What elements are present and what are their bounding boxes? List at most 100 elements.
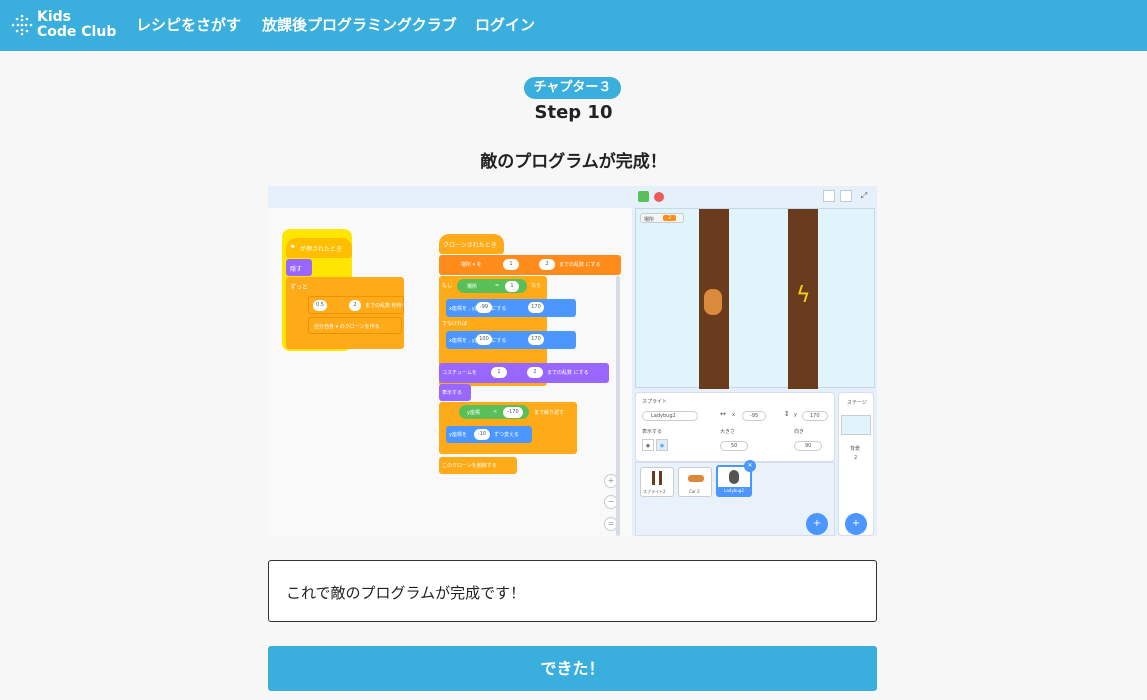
script2-costume-label: コスチュームを (442, 370, 477, 376)
script2-goto1-y: 170 (528, 302, 544, 313)
script2-delete-clone-text: このクローンを削除する (442, 463, 497, 469)
script1-hide-text: 隠す (290, 266, 303, 273)
sprite-thumb-1-bar-b (659, 471, 662, 485)
logo-line1: Kids (37, 9, 72, 25)
script1-hat-text: が押されたとき (300, 246, 343, 253)
script1-clone-block: 自分自身 ▾ のクローンを作る (308, 317, 402, 334)
sprite-thumb-1-bar-a (652, 471, 655, 485)
script1-wait-block: 0.5 2 までの乱数 秒待つ (308, 296, 407, 314)
script2-show-text: 表示する (442, 390, 463, 396)
code-scrollbar (616, 276, 620, 536)
logo-line2: Code Club (37, 24, 117, 40)
script2-hat-block: クローンされたとき (439, 234, 504, 254)
sprite-info-panel: スプライト Ladybug2 ↔ x -95 ↕ y 170 表示する 大きさ … (635, 392, 835, 462)
large-stage-icon (840, 190, 852, 202)
script2-costume-from: 1 (491, 367, 507, 378)
direction-value-field: 90 (794, 441, 823, 451)
sprite-thumb-3-label: Ladybug2 (718, 487, 750, 495)
script2-goto1-x: -99 (476, 302, 492, 313)
delete-sprite-icon: ✕ (744, 460, 756, 472)
variable-monitor: 場所 2 (640, 213, 684, 223)
script2-until-condition: y座標 < -170 (459, 405, 529, 419)
sprite-info-title: スプライト (642, 399, 668, 405)
script2-rand-suffix: までの乱数 にする (559, 262, 601, 268)
fullscreen-icon: ⤢ (860, 191, 868, 200)
y-label: y (794, 412, 797, 418)
script2-rand-to: 2 (539, 259, 555, 270)
nav-find-recipes[interactable]: レシピをさがす (136, 14, 241, 35)
script2-goto2-block: x座標を , y座標を にする 100 170 (446, 331, 576, 349)
nav-after-school-club[interactable]: 放課後プログラミングクラブ (262, 14, 457, 35)
code-area-top-strip (268, 186, 632, 208)
script2-if-label: もし (442, 283, 453, 289)
kids-code-club-logo[interactable]: Kids Code Club (10, 10, 120, 42)
backdrop-label: 背景 (850, 446, 861, 452)
x-value-field: -95 (742, 411, 767, 421)
script2-change-label: y座標を (449, 432, 467, 438)
show-label: 表示する (642, 429, 663, 435)
section-title: 敵のプログラムが完成！ (480, 152, 667, 172)
stage-selector-panel: ステージ 背景 2 + (838, 392, 874, 536)
script2-until-label: y座標 (467, 410, 480, 416)
scratch-code-area: ⚑ が押されたとき 隠す ずっと 0.5 2 までの乱数 秒待つ 自分自身 ▾ … (268, 186, 632, 536)
script1-wait-to: 2 (349, 300, 361, 311)
script2-show-block: 表示する (439, 384, 471, 401)
car-sprite-icon (688, 475, 704, 482)
sprite-thumb-1: スプライト2 (640, 467, 674, 497)
sprite-list: スプライト2 Car 2 Ladybug2 ✕ + (635, 460, 835, 536)
script1-clone-text: 自分自身 ▾ のクローンを作る (314, 324, 380, 330)
script2-if-eq: = (495, 283, 500, 289)
script2-hat-text: クローンされたとき (443, 242, 497, 249)
sprite-thumb-2-label: Car 2 (689, 489, 700, 494)
scratch-stage-panel: ⤢ 場所 2 ϟ スプライト Ladybug2 ↔ x -95 ↕ y 170 … (632, 186, 877, 536)
ladybug-sprite-icon (729, 470, 739, 484)
add-sprite-icon: + (806, 513, 828, 535)
scratch-screenshot-image: ⚑ が押されたとき 隠す ずっと 0.5 2 までの乱数 秒待つ 自分自身 ▾ … (268, 186, 877, 536)
variable-monitor-value: 2 (663, 215, 677, 221)
done-button[interactable]: できた！ (268, 646, 877, 691)
lightning-sprite-icon: ϟ (796, 283, 811, 308)
message-box: これで敵のプログラムが完成です！ (268, 560, 877, 622)
script2-change-val: -10 (474, 429, 490, 440)
step-label: Step 10 (534, 102, 613, 123)
script2-costume-block: コスチュームを 1 2 までの乱数 にする (439, 363, 609, 383)
logo-dots-icon (11, 14, 33, 36)
script2-else-label: でなければ (442, 321, 468, 327)
size-value-field: 50 (720, 441, 749, 451)
script2-until-lt: < (493, 409, 498, 415)
stop-icon (654, 192, 664, 202)
x-arrow-icon: ↔ (720, 410, 726, 418)
script2-goto2-x: 100 (476, 334, 492, 345)
green-flag-icon: ⚑ (290, 244, 296, 251)
sprite-name-field: Ladybug2 (642, 411, 698, 421)
y-arrow-icon: ↕ (784, 410, 790, 418)
script2-if-condition: 場所 = 1 (457, 279, 527, 293)
chapter-badge: チャプター３ (524, 77, 621, 99)
script2-change-y-block: y座標を -10 ずつ変える (446, 426, 532, 443)
nav-login[interactable]: ログイン (475, 14, 535, 35)
sprite-thumb-2: Car 2 (678, 467, 712, 497)
backdrop-count: 2 (854, 455, 858, 461)
x-label: x (732, 412, 735, 418)
script2-until-val: -170 (503, 407, 523, 418)
script2-if-var: 場所 (467, 284, 478, 290)
top-navigation-bar: Kids Code Club レシピをさがす 放課後プログラミングクラブ ログイ… (0, 0, 1147, 51)
script2-if-then: なら (531, 283, 542, 289)
script2-costume-suffix: までの乱数 にする (547, 370, 589, 376)
script2-set-var-text: 場所 ▾ を (461, 262, 482, 268)
script2-until-suffix: まで繰り返す (534, 410, 565, 416)
eye-visible-icon: ◉ (642, 439, 654, 451)
logo-text: Kids Code Club (37, 10, 116, 40)
script2-if-val: 1 (505, 281, 519, 292)
eye-hidden-icon: ◉ (656, 439, 668, 451)
script1-hide-block: 隠す (286, 259, 312, 276)
stage-side-title: ステージ (847, 400, 867, 406)
variable-monitor-label: 場所 (644, 217, 655, 223)
small-stage-icon (823, 190, 835, 202)
script2-costume-to: 2 (527, 367, 543, 378)
size-label: 大きさ (720, 429, 736, 435)
script2-delete-clone-block: このクローンを削除する (439, 457, 517, 474)
script2-goto1-block: x座標を , y座標を にする -99 170 (446, 299, 576, 317)
script1-wait-from: 0.5 (313, 300, 327, 311)
script2-goto2-y: 170 (528, 334, 544, 345)
